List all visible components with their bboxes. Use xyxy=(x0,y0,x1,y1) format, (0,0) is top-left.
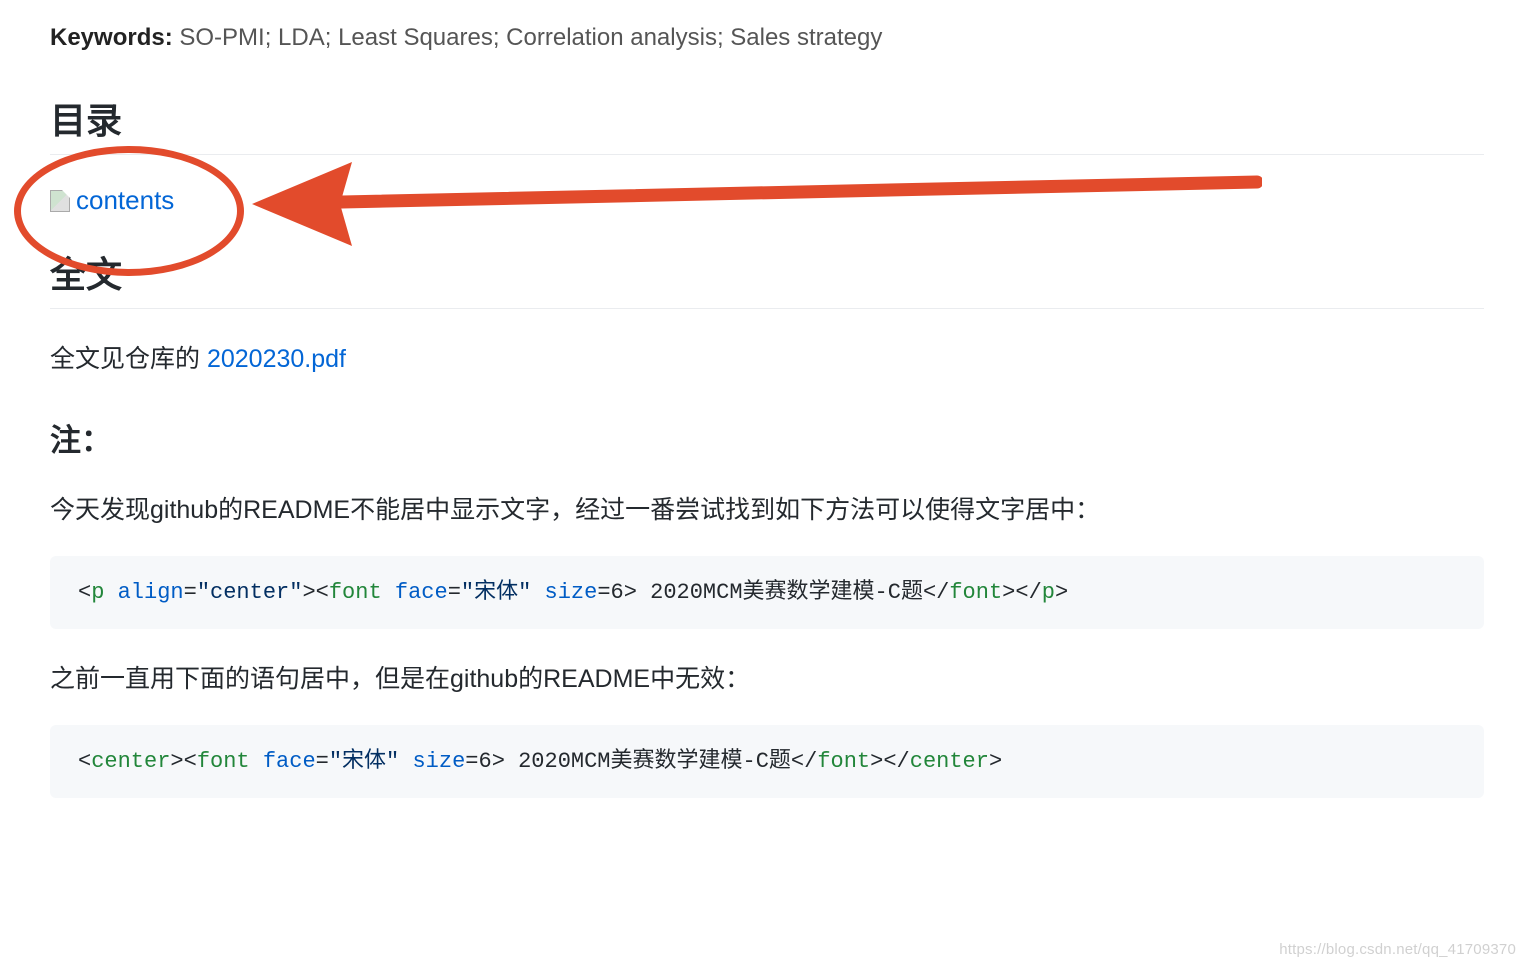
broken-image-icon xyxy=(50,190,70,212)
fulltext-paragraph: 全文见仓库的 2020230.pdf xyxy=(50,339,1484,375)
note-paragraph-1: 今天发现github的README不能居中显示文字，经过一番尝试找到如下方法可以… xyxy=(50,490,1484,526)
code-block-1: <p align="center"><font face="宋体" size=6… xyxy=(50,556,1484,629)
broken-image-alt: contents xyxy=(76,185,174,216)
note-heading: 注： xyxy=(50,415,1484,460)
toc-heading: 目录 xyxy=(50,92,1484,155)
keywords-line: Keywords: SO-PMI; LDA; Least Squares; Co… xyxy=(50,24,1484,52)
fulltext-link[interactable]: 2020230.pdf xyxy=(207,345,346,373)
broken-image: contents xyxy=(50,185,1484,216)
note-paragraph-2: 之前一直用下面的语句居中，但是在github的README中无效： xyxy=(50,659,1484,695)
keywords-label: Keywords: xyxy=(50,24,173,51)
watermark: https://blog.csdn.net/qq_41709370 xyxy=(1279,941,1516,958)
fulltext-prefix: 全文见仓库的 xyxy=(50,345,207,373)
fulltext-heading: 全文 xyxy=(50,246,1484,309)
keywords-value: SO-PMI; LDA; Least Squares; Correlation … xyxy=(179,24,882,51)
code-block-2: <center><font face="宋体" size=6> 2020MCM美… xyxy=(50,725,1484,798)
readme-content: Keywords: SO-PMI; LDA; Least Squares; Co… xyxy=(0,24,1534,858)
